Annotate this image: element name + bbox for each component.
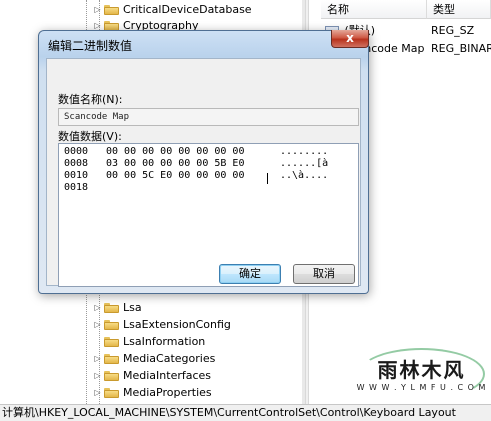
folder-icon [104, 387, 119, 398]
edit-binary-value-dialog[interactable]: 编辑二进制数值 x 数值名称(N): Scancode Map 数值数据(V):… [38, 30, 369, 294]
hex-ascii: ......[à [280, 158, 329, 169]
folder-icon [104, 336, 119, 347]
expand-arrow-icon[interactable]: ▷ [93, 350, 102, 367]
expand-arrow-icon[interactable]: ▷ [93, 1, 102, 18]
ok-button[interactable]: 确定 [219, 264, 281, 284]
expand-arrow-icon[interactable]: ▷ [93, 299, 102, 316]
hex-bytes: 00 00 00 00 00 00 00 00 [106, 146, 245, 157]
tree-item-label: MediaCategories [123, 352, 216, 365]
hex-offset: 0008 [64, 158, 89, 169]
folder-icon [104, 319, 119, 330]
cancel-button[interactable]: 取消 [293, 264, 355, 284]
folder-icon [104, 370, 119, 381]
watermark-text: 雨林木风 [377, 358, 466, 382]
close-button[interactable]: x [331, 30, 369, 48]
hex-ascii: ..\à.... [280, 170, 329, 181]
hex-offset: 0010 [64, 170, 89, 181]
value-name-field: Scancode Map [58, 108, 359, 126]
watermark-url: W W W . Y L M F U . C O M [356, 383, 487, 392]
column-header-type[interactable]: 类型 [427, 0, 491, 19]
tree-item-label: MediaProperties [123, 386, 212, 399]
tree-item-label: LsaExtensionConfig [123, 318, 231, 331]
tree-item-criticaldevicedatabase[interactable]: ▷ CriticalDeviceDatabase [93, 1, 252, 18]
tree-item-mediaproperties[interactable]: ▷ MediaProperties [93, 384, 212, 401]
value-row-type: REG_BINARY [431, 42, 491, 55]
hex-ascii: ........ [280, 146, 329, 157]
tree-item-label: LsaInformation [123, 335, 206, 348]
hex-row: 0018 [64, 182, 112, 194]
status-bar-path: 计算机\HKEY_LOCAL_MACHINE\SYSTEM\CurrentCon… [0, 404, 491, 421]
hex-offset: 0018 [64, 182, 89, 193]
hex-bytes: 00 00 5C E0 00 00 00 00 [106, 170, 245, 181]
folder-icon [104, 4, 119, 15]
expand-arrow-icon[interactable]: ▷ [93, 367, 102, 384]
tree-item-mediainterfaces[interactable]: ▷ MediaInterfaces [93, 367, 211, 384]
column-header-name[interactable]: 名称 [321, 0, 427, 19]
expand-arrow-icon[interactable]: ▷ [93, 384, 102, 401]
value-name-label: 数值名称(N): [58, 93, 123, 106]
tree-item-label: Lsa [123, 301, 142, 314]
hex-offset: 0000 [64, 146, 89, 157]
value-row-type: REG_SZ [431, 24, 475, 37]
tree-item-lsa[interactable]: ▷ Lsa [93, 299, 142, 316]
hex-row: 0010 00 00 5C E0 00 00 00 00 ..\à.... [64, 170, 328, 182]
dialog-body: 数值名称(N): Scancode Map 数值数据(V): 0000 00 0… [46, 58, 361, 287]
hex-bytes: 03 00 00 00 00 00 5B E0 [106, 158, 245, 169]
tree-item-lsaextensionconfig[interactable]: ▷ LsaExtensionConfig [93, 316, 231, 333]
dialog-title: 编辑二进制数值 [48, 39, 133, 53]
tree-item-label: MediaInterfaces [123, 369, 212, 382]
folder-icon [104, 302, 119, 313]
tree-item-label: CriticalDeviceDatabase [123, 3, 252, 16]
text-caret [267, 173, 268, 184]
hex-row: 0000 00 00 00 00 00 00 00 00 ........ [64, 146, 328, 158]
tree-item-lsainformation[interactable]: ▷ LsaInformation [93, 333, 205, 350]
hex-row: 0008 03 00 00 00 00 00 5B E0 ......[à [64, 158, 328, 170]
watermark-logo: 雨林木风 W W W . Y L M F U . C O M [356, 346, 487, 404]
folder-icon [104, 353, 119, 364]
expand-arrow-icon[interactable]: ▷ [93, 316, 102, 333]
value-data-label: 数值数据(V): [58, 130, 122, 143]
tree-item-mediacategories[interactable]: ▷ MediaCategories [93, 350, 215, 367]
